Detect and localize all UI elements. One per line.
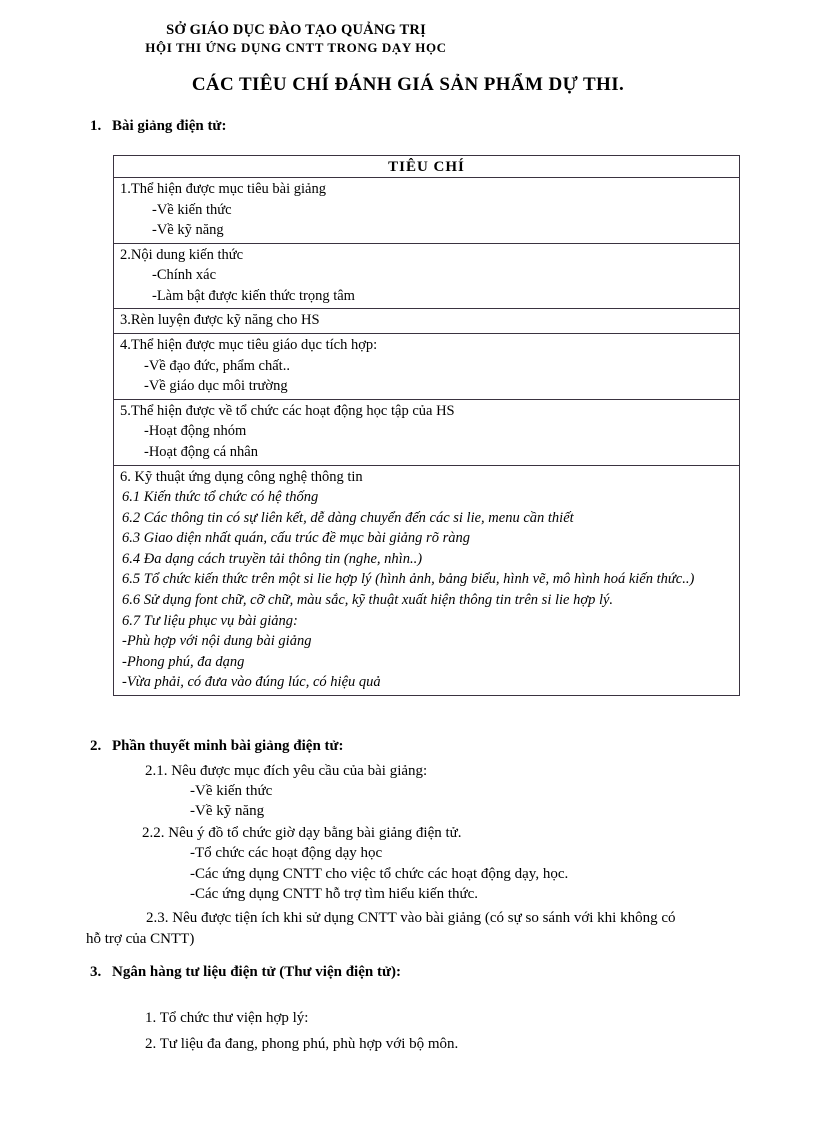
section-title-2: Phần thuyết minh bài giảng điện tử:	[112, 738, 344, 754]
section-number-3: 3.	[90, 964, 102, 980]
item-2-2-bullet-1: -Tổ chức các hoạt động dạy học	[190, 845, 383, 861]
table-cell-line: 1.Thể hiện được mục tiêu bài giảng	[120, 181, 326, 197]
table-cell-line: -Phù hợp với nội dung bài giảng	[122, 633, 312, 650]
criteria-table: TIÊU CHÍ 1.Thể hiện được mục tiêu bài gi…	[113, 155, 740, 696]
section-heading-1: 1. Bài giảng điện tử:	[90, 118, 226, 135]
item-2-2-bullet-2: -Các ứng dụng CNTT cho việc tổ chức các …	[190, 866, 569, 882]
table-cell-line: 6.2 Các thông tin có sự liên kết, dễ dàn…	[122, 509, 574, 526]
table-cell-line: 5.Thể hiện được về tổ chức các hoạt động…	[120, 402, 455, 419]
item-2-1-bullet-1: -Về kiến thức	[190, 783, 273, 799]
item-2-2-bullet-3: -Các ứng dụng CNTT hỗ trợ tìm hiểu kiến …	[190, 886, 479, 902]
table-cell-line: -Về giáo dục môi trường	[144, 378, 288, 395]
table-cell-line: 6. Kỹ thuật ứng dụng công nghệ thông tin	[120, 468, 363, 485]
table-cell-line: -Về kiến thức	[152, 201, 232, 218]
table-cell-line: 6.1 Kiến thức tổ chức có hệ thống	[122, 489, 319, 506]
table-row: 1.Thể hiện được mục tiêu bài giảng -Về ki…	[114, 178, 739, 244]
section-heading-3: 3. Ngân hàng tư liệu điện tử (Thư viện đi…	[90, 964, 401, 981]
table-body: 1.Thể hiện được mục tiêu bài giảng -Về ki…	[114, 178, 739, 695]
table-cell-line: 6.4 Đa dạng cách truyền tải thông tin (n…	[122, 550, 423, 567]
table-cell-line: 6.3 Giao diện nhất quán, cấu trúc đề mục…	[122, 530, 470, 547]
table-cell-line: -Phong phú, đa dạng	[122, 653, 245, 670]
table-cell-line: -Về đạo đức, phẩm chất..	[144, 357, 290, 374]
table-cell-line: 6.6 Sử dụng font chữ, cỡ chữ, màu sắc, k…	[122, 591, 614, 608]
item-3-1: 1. Tổ chức thư viện hợp lý:	[145, 1010, 309, 1026]
item-3-2: 2. Tư liệu đa đang, phong phú, phù hợp v…	[145, 1036, 459, 1052]
table-row: 2.Nội dung kiến thức -Chính xác -Làm bật đ…	[114, 244, 739, 310]
section-title-3: Ngân hàng tư liệu điện tử (Thư viện điện…	[112, 964, 401, 980]
table-row: 5.Thể hiện được về tổ chức các hoạt động…	[114, 400, 739, 466]
item-2-3: 2.3. Nêu được tiện ích khi sử dụng CNTT …	[146, 910, 676, 926]
table-cell-line: 4.Thể hiện được mục tiêu giáo dục tích h…	[120, 337, 378, 354]
section-number-1: 1.	[90, 118, 102, 134]
section-title-1: Bài giảng điện tử:	[112, 118, 227, 134]
table-row: 3.Rèn luyện được kỹ năng cho HS	[114, 309, 739, 335]
item-2-1: 2.1. Nêu được mục đích yêu cầu của bài g…	[145, 763, 428, 779]
item-2-3-continued: hỗ trợ của CNTT)	[86, 931, 195, 947]
table-row: 6. Kỹ thuật ứng dụng công nghệ thông tin…	[114, 466, 739, 695]
table-cell-line: -Về kỹ năng	[152, 222, 224, 239]
table-cell-line: -Vừa phải, có đưa vào đúng lúc, có hiệu …	[122, 674, 381, 691]
table-cell-line: -Hoạt động cá nhân	[144, 443, 258, 460]
table-header-row: TIÊU CHÍ	[114, 156, 739, 178]
table-cell-line: 3.Rèn luyện được kỹ năng cho HS	[120, 312, 320, 329]
table-cell-line: -Chính xác	[152, 267, 217, 284]
letterhead: SỞ GIÁO DỤC ĐÀO TẠO QUẢNG TRỊ HỘI THI ỨN…	[86, 22, 506, 55]
table-row: 4.Thể hiện được mục tiêu giáo dục tích h…	[114, 334, 739, 400]
table-cell-line: -Hoạt động nhóm	[144, 423, 247, 440]
section-heading-2: 2. Phần thuyết minh bài giảng điện tử:	[90, 738, 344, 755]
section-number-2: 2.	[90, 738, 102, 754]
table-cell-line: 6.7 Tư liệu phục vụ bài giảng:	[122, 612, 298, 629]
table-cell-line: -Làm bật được kiến thức trọng tâm	[152, 287, 355, 304]
table-cell-line: 2.Nội dung kiến thức	[120, 246, 244, 263]
item-2-1-bullet-2: -Về kỹ năng	[190, 803, 265, 819]
letterhead-line-2: HỘI THI ỨNG DỤNG CNTT TRONG DẠY HỌC	[145, 40, 447, 56]
page-title: CÁC TIÊU CHÍ ĐÁNH GIÁ SẢN PHẨM DỰ THI.	[191, 74, 625, 95]
item-2-2: 2.2. Nêu ý đồ tổ chức giờ dạy bằng bài g…	[142, 825, 462, 841]
document-page: SỞ GIÁO DỤC ĐÀO TẠO QUẢNG TRỊ HỘI THI ỨN…	[0, 0, 816, 1123]
table-cell-line: 6.5 Tổ chức kiến thức trên một si lie hợ…	[122, 571, 695, 588]
letterhead-line-1: SỞ GIÁO DỤC ĐÀO TẠO QUẢNG TRỊ	[166, 22, 426, 38]
